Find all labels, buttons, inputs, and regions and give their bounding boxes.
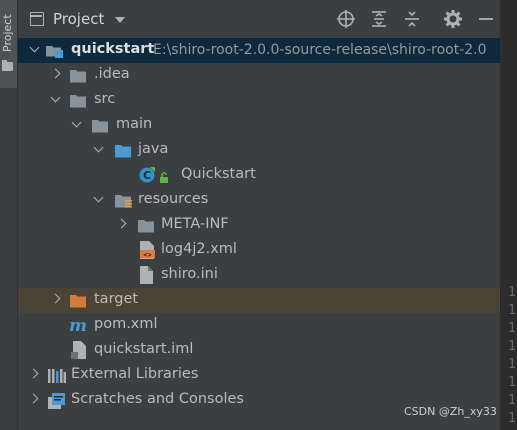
panel-header: Project xyxy=(18,0,500,38)
resources-folder-icon xyxy=(115,193,132,208)
watermark: CSDN @Zh_xy33 xyxy=(404,405,497,418)
svg-text:C: C xyxy=(143,169,151,182)
tree-row-resources[interactable]: resources xyxy=(18,188,500,213)
project-tool-tab-label: Project xyxy=(1,14,14,52)
tree-row-iml[interactable]: quickstart.iml xyxy=(18,338,500,363)
chevron-right-icon[interactable] xyxy=(50,294,62,306)
project-tool-tab[interactable]: Project xyxy=(0,0,17,88)
library-icon xyxy=(48,368,66,383)
tree-label-quickstart-class: Quickstart xyxy=(181,166,256,182)
chevron-down-icon[interactable] xyxy=(70,119,82,131)
tree-row-shiro-ini[interactable]: shiro.ini xyxy=(18,263,500,288)
folder-icon xyxy=(70,93,86,108)
tree-row-meta-inf[interactable]: META-INF xyxy=(18,213,500,238)
project-window-icon xyxy=(30,12,44,26)
folder-icon xyxy=(2,60,13,71)
target-icon[interactable] xyxy=(336,9,356,29)
line-number: 1 xyxy=(508,285,516,300)
tree-row-quickstart[interactable]: quickstart E:\shiro-root-2.0.0-source-re… xyxy=(18,38,500,63)
module-file-icon xyxy=(71,341,87,359)
svg-text:m: m xyxy=(69,316,87,334)
tree-row-external-libraries[interactable]: External Libraries xyxy=(18,363,500,388)
text-file-icon xyxy=(139,266,155,284)
panel-title[interactable]: Project xyxy=(53,10,104,28)
line-number: 1 xyxy=(508,303,516,318)
tree-label-scratches: Scratches and Consoles xyxy=(71,391,244,407)
chevron-right-icon[interactable] xyxy=(28,394,40,406)
expand-all-icon[interactable] xyxy=(369,9,389,29)
line-number: 1 xyxy=(508,393,516,408)
chevron-down-icon[interactable] xyxy=(49,94,61,106)
line-number: 1 xyxy=(508,321,516,336)
tree-row-pom[interactable]: m pom.xml xyxy=(18,313,500,338)
tree-label-target: target xyxy=(94,291,139,307)
tree-label-log4j2: log4j2.xml xyxy=(161,241,237,257)
chevron-right-icon[interactable] xyxy=(116,219,128,231)
folder-icon xyxy=(138,218,154,233)
tree-label-shiro-ini: shiro.ini xyxy=(161,266,218,282)
folder-icon xyxy=(92,118,108,133)
left-tool-strip: Project xyxy=(0,0,18,430)
tree-row-log4j2[interactable]: <> log4j2.xml xyxy=(18,238,500,263)
tree-row-main[interactable]: main xyxy=(18,113,500,138)
chevron-right-icon[interactable] xyxy=(50,69,62,81)
svg-text:<>: <> xyxy=(143,251,151,259)
tree-row-quickstart-class[interactable]: C Quickstart xyxy=(18,163,500,188)
xml-file-icon: <> xyxy=(139,241,155,259)
tree-label-main: main xyxy=(116,116,153,132)
tree-label-resources: resources xyxy=(138,191,209,207)
tree-label-meta-inf: META-INF xyxy=(161,216,229,232)
tree-label-src: src xyxy=(94,91,116,107)
line-number: 1 xyxy=(508,357,516,372)
module-folder-icon xyxy=(46,43,63,58)
minimize-icon[interactable] xyxy=(476,9,496,29)
scratches-icon xyxy=(48,393,65,409)
unlock-icon xyxy=(158,169,174,184)
tree-label-pom: pom.xml xyxy=(94,316,158,332)
line-number: 1 xyxy=(508,339,516,354)
chevron-down-icon[interactable] xyxy=(28,44,40,56)
folder-icon xyxy=(70,68,86,83)
tree-label-external-libraries: External Libraries xyxy=(71,366,199,382)
chevron-right-icon[interactable] xyxy=(28,369,40,381)
gear-icon[interactable] xyxy=(443,9,463,29)
project-panel: Project quickstart E:\shiro-root-2.0.0-s… xyxy=(18,0,500,430)
tree-label-quickstart: quickstart xyxy=(71,41,155,57)
java-class-icon: C xyxy=(139,167,155,183)
editor-gutter: 1 1 1 1 1 1 1 1 xyxy=(501,0,517,430)
tree-row-src[interactable]: src xyxy=(18,88,500,113)
tree-row-target[interactable]: target xyxy=(18,288,500,313)
collapse-all-icon[interactable] xyxy=(402,9,422,29)
tree-label-idea-text: idea xyxy=(98,66,130,82)
tree-label-java: java xyxy=(138,141,169,157)
excluded-folder-icon xyxy=(70,293,86,308)
chevron-down-icon[interactable] xyxy=(115,17,125,23)
source-folder-icon xyxy=(115,143,131,158)
module-path: E:\shiro-root-2.0.0-source-release\shiro… xyxy=(153,42,487,58)
tree-row-idea[interactable]: .idea xyxy=(18,63,500,88)
chevron-down-icon[interactable] xyxy=(92,194,104,206)
tree-row-java[interactable]: java xyxy=(18,138,500,163)
line-number: 1 xyxy=(508,411,516,426)
chevron-down-icon[interactable] xyxy=(92,144,104,156)
tree-label-iml: quickstart.iml xyxy=(94,341,194,357)
line-number: 1 xyxy=(508,375,516,390)
tree-label-idea: .idea xyxy=(94,66,130,82)
maven-icon: m xyxy=(68,316,87,336)
